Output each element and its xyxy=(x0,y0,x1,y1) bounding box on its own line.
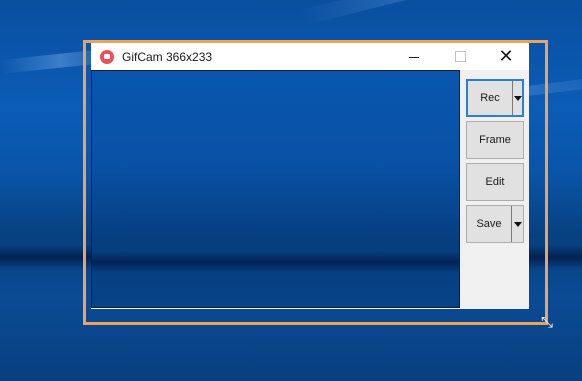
minimize-button[interactable] xyxy=(391,43,437,70)
rec-dropdown-button[interactable] xyxy=(512,81,522,115)
close-icon: ✕ xyxy=(498,46,514,66)
capture-viewport xyxy=(91,70,460,308)
gifcam-app-icon[interactable] xyxy=(100,49,114,64)
frame-button[interactable]: Frame xyxy=(466,121,524,159)
close-button[interactable]: ✕ xyxy=(483,43,529,70)
maximize-icon xyxy=(454,51,466,62)
wallpaper-light-beam xyxy=(300,0,582,26)
frame-label: Frame xyxy=(479,134,511,146)
control-panel: Rec Frame Edit Save xyxy=(460,70,529,309)
resize-handle[interactable]: ⤡ xyxy=(538,313,556,331)
edit-label: Edit xyxy=(485,176,505,188)
save-label: Save xyxy=(476,218,502,230)
save-dropdown-button[interactable] xyxy=(511,206,523,242)
window-title: GifCam 366x233 xyxy=(122,49,213,64)
minimize-icon xyxy=(409,57,419,58)
viewport-shadow-band xyxy=(92,251,459,273)
chevron-down-icon xyxy=(513,95,522,101)
gifcam-window: GifCam 366x233 ✕ Rec Frame Edit Save xyxy=(91,43,529,309)
maximize-button[interactable] xyxy=(437,43,483,70)
resize-diagonal-icon: ⤡ xyxy=(540,313,553,331)
edit-button[interactable]: Edit xyxy=(466,163,524,201)
rec-button[interactable]: Rec xyxy=(466,79,524,117)
title-bar[interactable]: GifCam 366x233 ✕ xyxy=(91,43,529,70)
rec-label: Rec xyxy=(480,92,500,104)
chevron-down-icon xyxy=(513,221,522,227)
save-button[interactable]: Save xyxy=(466,205,524,243)
